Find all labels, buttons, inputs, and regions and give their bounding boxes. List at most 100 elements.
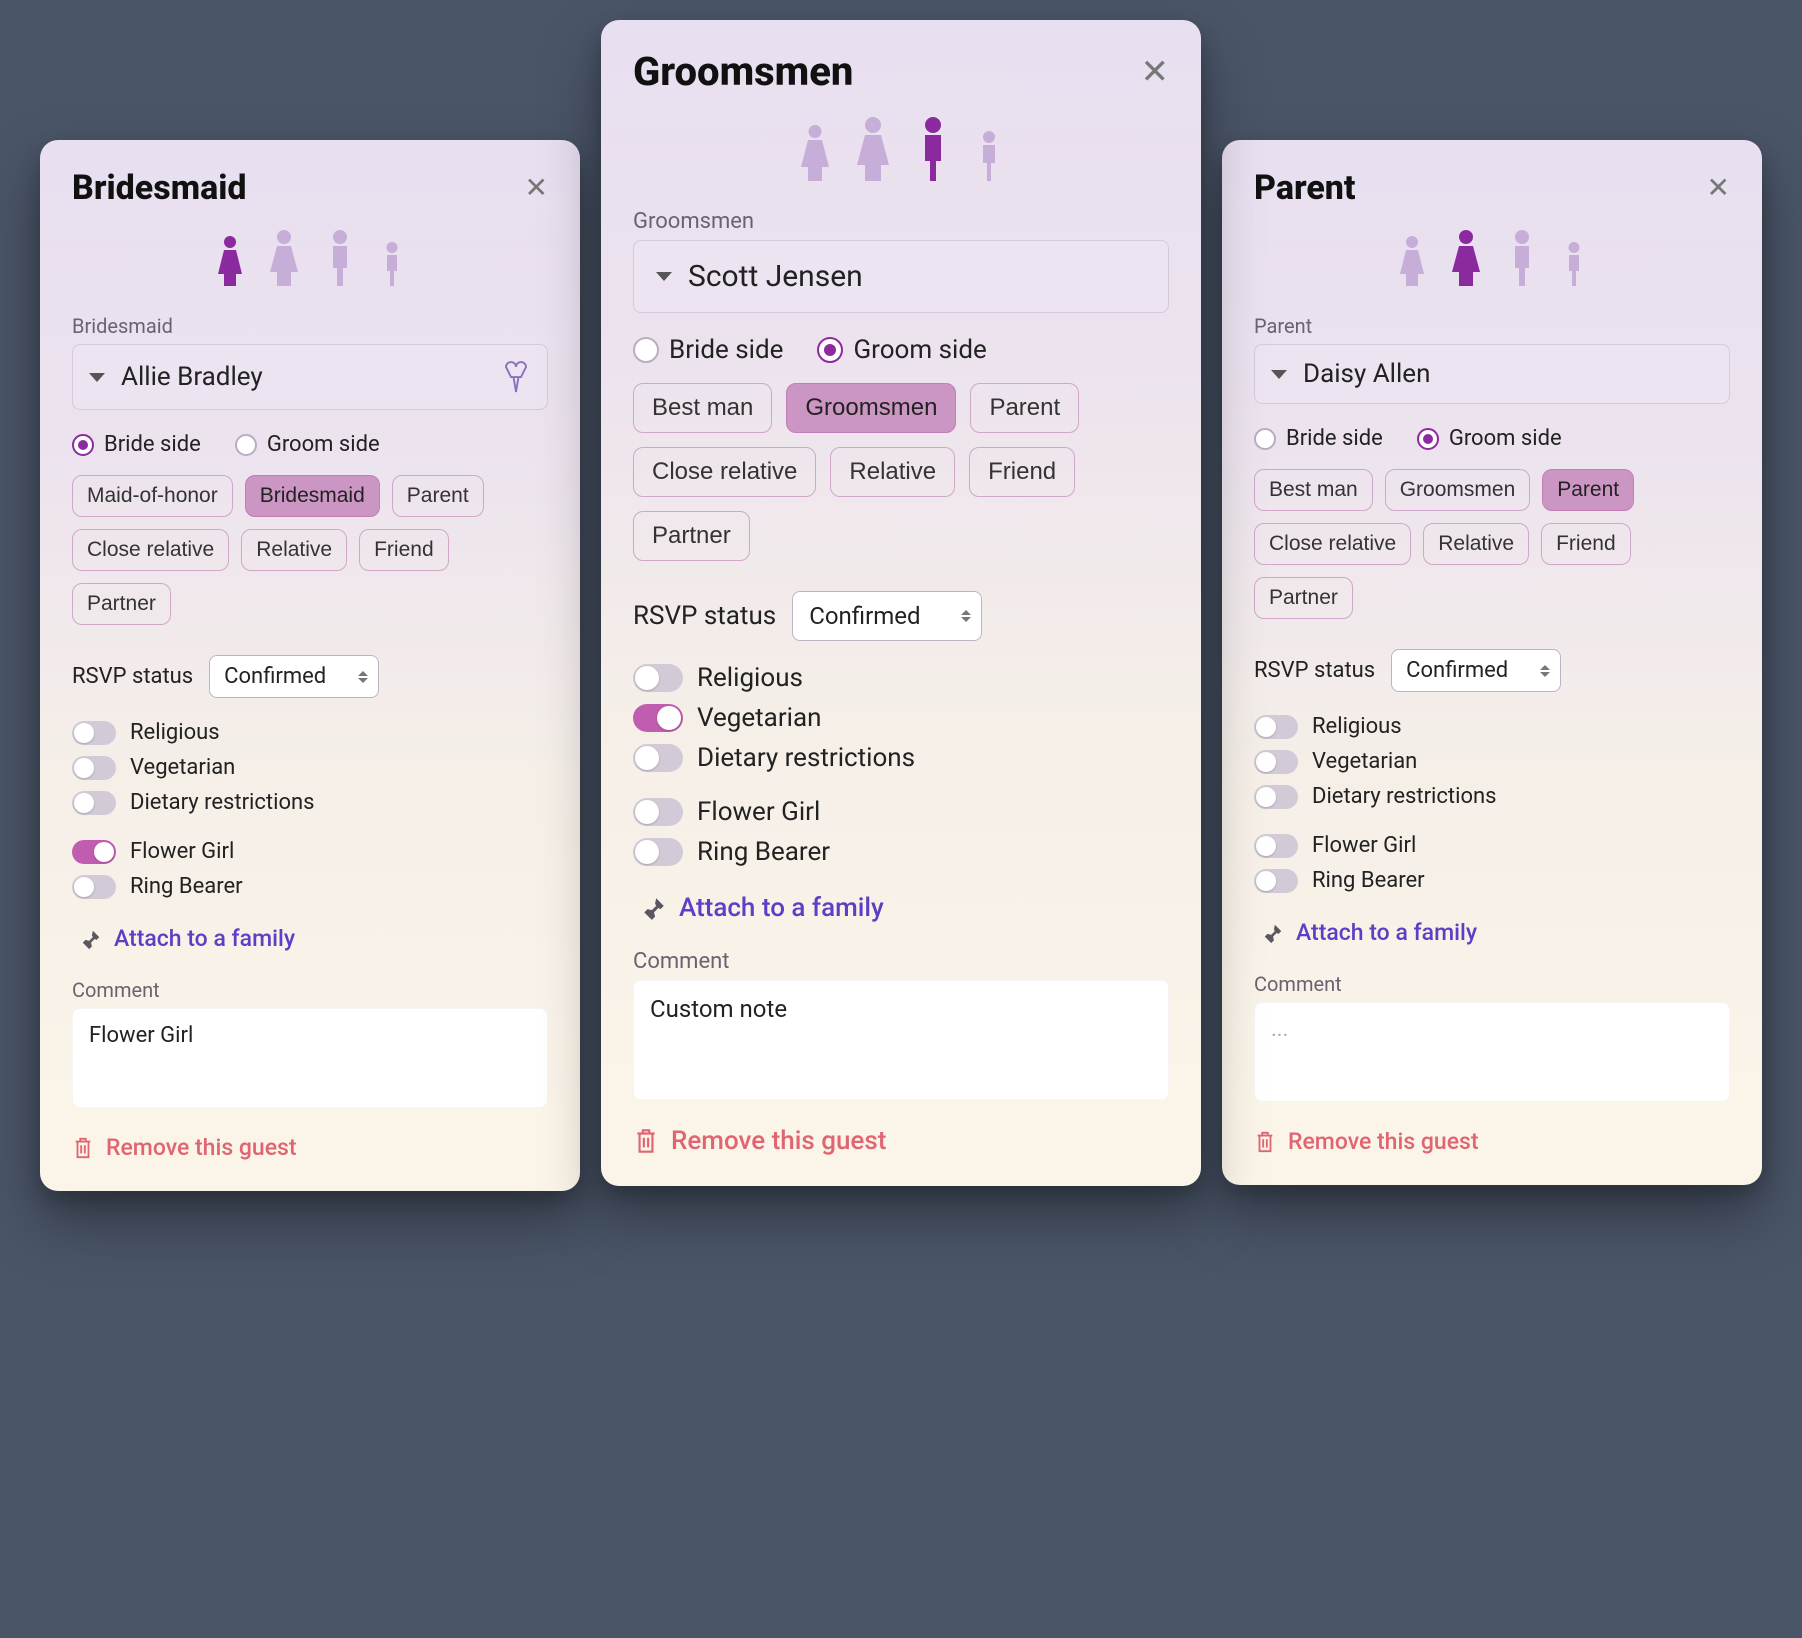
radio-groom-side[interactable]: Groom side	[817, 335, 986, 365]
radio-bride-side[interactable]: Bride side	[633, 335, 783, 365]
chip-partner[interactable]: Partner	[72, 583, 171, 625]
toggle-vegetarian[interactable]	[72, 756, 116, 780]
remove-guest-button[interactable]: Remove this guest	[72, 1134, 548, 1161]
chip-relative[interactable]: Relative	[241, 529, 347, 571]
rsvp-label: RSVP status	[1254, 658, 1375, 683]
chip-maid-of-honor[interactable]: Maid-of-honor	[72, 475, 233, 517]
avatar-woman-icon[interactable]	[1449, 228, 1483, 288]
trash-icon	[1254, 1129, 1276, 1155]
guest-name-select[interactable]: Scott Jensen	[633, 240, 1169, 313]
toggle-flowergirl[interactable]	[1254, 834, 1298, 858]
attach-family-button[interactable]: Attach to a family	[641, 893, 1169, 923]
radio-groom-side[interactable]: Groom side	[235, 432, 380, 457]
role-label: Bridesmaid	[72, 314, 548, 338]
toggle-vegetarian[interactable]	[1254, 750, 1298, 774]
comment-label: Comment	[633, 949, 1169, 974]
bouquet-icon	[501, 359, 531, 395]
avatar-picker	[633, 115, 1169, 183]
role-chips: Best man Groomsmen Parent Close relative…	[633, 383, 1169, 561]
avatar-boy-icon[interactable]	[974, 129, 1004, 183]
comment-input[interactable]	[633, 980, 1169, 1100]
avatar-girl-icon[interactable]	[798, 123, 832, 183]
avatar-boy-icon[interactable]	[1561, 240, 1587, 288]
remove-guest-button[interactable]: Remove this guest	[633, 1126, 1169, 1156]
chip-groomsmen[interactable]: Groomsmen	[786, 383, 956, 433]
rsvp-label: RSVP status	[72, 664, 193, 689]
chip-close-relative[interactable]: Close relative	[633, 447, 816, 497]
card-header: Parent ✕	[1254, 168, 1730, 208]
chip-groomsmen[interactable]: Groomsmen	[1385, 469, 1531, 511]
chip-parent[interactable]: Parent	[970, 383, 1079, 433]
toggle-religious[interactable]	[1254, 715, 1298, 739]
card-title: Parent	[1254, 168, 1356, 208]
toggle-dietary[interactable]	[633, 744, 683, 772]
toggle-dietary[interactable]	[1254, 785, 1298, 809]
rsvp-select[interactable]: Confirmed	[209, 655, 379, 698]
chip-bridesmaid[interactable]: Bridesmaid	[245, 475, 380, 517]
close-icon[interactable]: ✕	[525, 174, 548, 202]
chip-close-relative[interactable]: Close relative	[72, 529, 229, 571]
chip-friend[interactable]: Friend	[359, 529, 449, 571]
toggle-vegetarian[interactable]	[633, 704, 683, 732]
avatar-man-icon[interactable]	[323, 228, 357, 288]
toggle-religious[interactable]	[72, 721, 116, 745]
toggle-religious[interactable]	[633, 664, 683, 692]
chip-partner[interactable]: Partner	[633, 511, 750, 561]
trash-icon	[72, 1135, 94, 1161]
dietary-toggles: Religious Vegetarian Dietary restriction…	[72, 720, 548, 815]
chip-partner[interactable]: Partner	[1254, 577, 1353, 619]
radio-groom-side[interactable]: Groom side	[1417, 426, 1562, 451]
close-icon[interactable]: ✕	[1707, 174, 1730, 202]
radio-bride-side[interactable]: Bride side	[1254, 426, 1383, 451]
chip-parent[interactable]: Parent	[392, 475, 484, 517]
dietary-toggles: Religious Vegetarian Dietary restriction…	[633, 663, 1169, 773]
rsvp-select[interactable]: Confirmed	[792, 591, 982, 641]
chip-close-relative[interactable]: Close relative	[1254, 523, 1411, 565]
attach-family-button[interactable]: Attach to a family	[80, 925, 548, 952]
attach-family-button[interactable]: Attach to a family	[1262, 919, 1730, 946]
comment-label: Comment	[72, 978, 548, 1002]
dietary-toggles: Religious Vegetarian Dietary restriction…	[1254, 714, 1730, 809]
comment-input[interactable]	[72, 1008, 548, 1108]
comment-input[interactable]	[1254, 1002, 1730, 1102]
avatar-woman-icon[interactable]	[267, 228, 301, 288]
toggle-ringbearer[interactable]	[633, 838, 683, 866]
trash-icon	[633, 1126, 659, 1156]
avatar-man-icon[interactable]	[1505, 228, 1539, 288]
rsvp-value: Confirmed	[224, 664, 326, 689]
avatar-woman-icon[interactable]	[854, 115, 892, 183]
chevron-down-icon	[1271, 370, 1287, 379]
chip-friend[interactable]: Friend	[1541, 523, 1631, 565]
toggle-ringbearer[interactable]	[72, 875, 116, 899]
rsvp-row: RSVP status Confirmed	[633, 591, 1169, 641]
toggle-flowergirl[interactable]	[633, 798, 683, 826]
chip-best-man[interactable]: Best man	[1254, 469, 1373, 511]
side-radio-group: Bride side Groom side	[1254, 426, 1730, 451]
avatar-boy-icon[interactable]	[379, 240, 405, 288]
card-title: Bridesmaid	[72, 168, 247, 208]
chip-parent[interactable]: Parent	[1542, 469, 1634, 511]
avatar-girl-icon[interactable]	[1397, 234, 1427, 288]
remove-guest-button[interactable]: Remove this guest	[1254, 1128, 1730, 1155]
rsvp-select[interactable]: Confirmed	[1391, 649, 1561, 692]
toggle-dietary[interactable]	[72, 791, 116, 815]
chip-relative[interactable]: Relative	[830, 447, 955, 497]
avatar-girl-icon[interactable]	[215, 234, 245, 288]
chip-best-man[interactable]: Best man	[633, 383, 772, 433]
rsvp-row: RSVP status Confirmed	[72, 655, 548, 698]
side-radio-group: Bride side Groom side	[633, 335, 1169, 365]
rsvp-value: Confirmed	[809, 602, 920, 630]
comment-label: Comment	[1254, 972, 1730, 996]
guest-name-select[interactable]: Allie Bradley	[72, 344, 548, 410]
toggle-ringbearer[interactable]	[1254, 869, 1298, 893]
avatar-man-icon[interactable]	[914, 115, 952, 183]
toggle-flowergirl[interactable]	[72, 840, 116, 864]
chip-relative[interactable]: Relative	[1423, 523, 1529, 565]
card-header: Groomsmen ✕	[633, 48, 1169, 95]
role-toggles: Flower Girl Ring Bearer	[1254, 833, 1730, 893]
guest-name-select[interactable]: Daisy Allen	[1254, 344, 1730, 404]
close-icon[interactable]: ✕	[1141, 55, 1170, 89]
chip-friend[interactable]: Friend	[969, 447, 1075, 497]
radio-bride-side[interactable]: Bride side	[72, 432, 201, 457]
role-chips: Best man Groomsmen Parent Close relative…	[1254, 469, 1730, 619]
